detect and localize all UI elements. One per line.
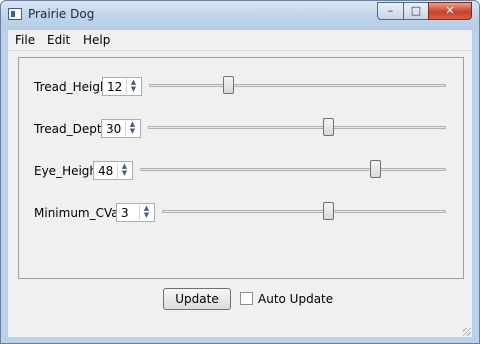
app-window-icon [8,8,22,20]
close-button[interactable]: ✕ [428,2,472,20]
menu-bar: File Edit Help [8,30,472,51]
update-button[interactable]: Update [163,288,231,310]
tread-height-slider-thumb[interactable] [223,76,235,94]
parameters-group: Tread_Height 12 ▲ ▼ Tread_Depth 30 ▲ ▼ Eye… [18,57,464,279]
tread-depth-label: Tread_Depth [34,122,110,136]
spin-down-icon[interactable]: ▼ [118,170,131,177]
minimize-button[interactable]: – [377,2,404,20]
auto-update-label[interactable]: Auto Update [258,292,333,306]
minimum-cvalue-value: 3 [121,206,129,220]
eye-height-spinbox[interactable]: 48 ▲ ▼ [93,161,133,180]
maximize-icon: □ [410,4,422,17]
client-area: Tread_Height 12 ▲ ▼ Tread_Depth 30 ▲ ▼ Eye… [8,51,472,337]
menu-file[interactable]: File [15,33,35,47]
tread-height-value: 12 [107,80,123,94]
tread-depth-value: 30 [106,122,122,136]
minimum-cvalue-slider-track[interactable] [162,210,446,213]
tread-depth-slider-track[interactable] [148,126,446,129]
spin-down-icon[interactable]: ▼ [140,212,153,219]
minimum-cvalue-slider-thumb[interactable] [323,202,335,220]
minimize-icon: – [387,4,394,17]
resize-grip[interactable] [463,328,471,336]
spin-down-icon[interactable]: ▼ [127,86,140,93]
eye-height-slider-thumb[interactable] [370,160,382,178]
menu-help[interactable]: Help [83,33,110,47]
background-window-title: Prairie Dog [261,7,328,21]
minimum-cvalue-spinbox[interactable]: 3 ▲ ▼ [116,203,155,222]
eye-height-slider-track[interactable] [140,168,446,171]
tread-height-spinbox[interactable]: 12 ▲ ▼ [102,77,142,96]
window-title: Prairie Dog [28,7,95,21]
tread-height-slider-track[interactable] [149,84,446,87]
auto-update-checkbox[interactable] [240,292,253,305]
tread-depth-slider-thumb[interactable] [323,118,335,136]
eye-height-label: Eye_Height [34,164,102,178]
tread-height-label: Tread_Height [34,80,113,94]
maximize-button[interactable]: □ [403,2,429,20]
tread-depth-spinbox[interactable]: 30 ▲ ▼ [101,119,141,138]
close-icon: ✕ [445,4,455,17]
menu-edit[interactable]: Edit [47,33,70,47]
spin-down-icon[interactable]: ▼ [126,128,139,135]
eye-height-value: 48 [98,164,114,178]
app-window: Prairie Dog Prairie Dog – □ ✕ File Edit … [0,0,480,344]
title-bar[interactable]: Prairie Dog Prairie Dog – □ ✕ [1,1,479,30]
